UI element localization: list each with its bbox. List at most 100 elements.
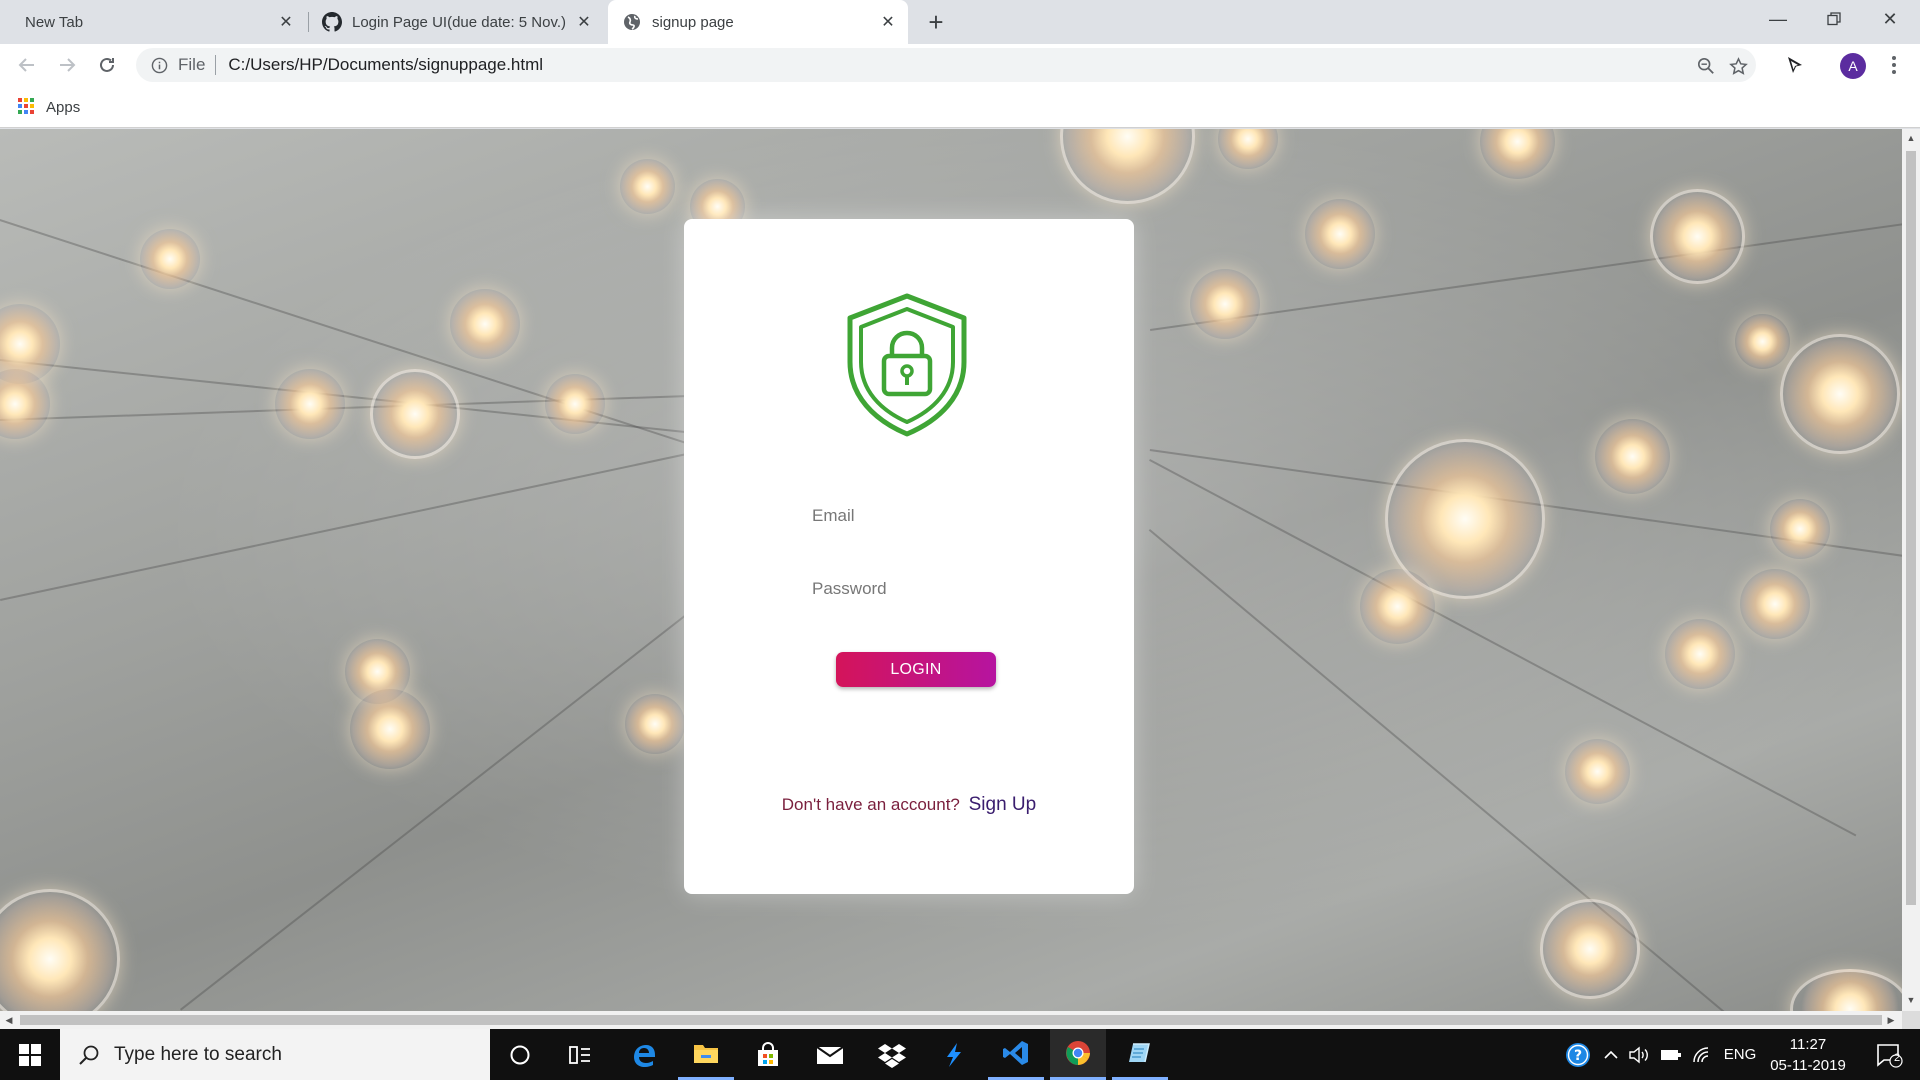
github-icon <box>322 12 342 32</box>
battery-icon[interactable] <box>1658 1029 1684 1080</box>
help-icon[interactable]: ? <box>1560 1029 1596 1080</box>
background-bulb <box>1540 899 1640 999</box>
address-bar[interactable]: File C:/Users/HP/Documents/signuppage.ht… <box>136 48 1756 82</box>
scrollbar-corner <box>1902 1011 1920 1029</box>
background-bulb <box>1780 334 1900 454</box>
background-bulb <box>1735 314 1790 369</box>
forward-icon[interactable] <box>52 50 82 80</box>
chevron-up-icon[interactable] <box>1600 1029 1622 1080</box>
background-bulb <box>370 369 460 459</box>
background-bulb <box>1770 499 1830 559</box>
background-bulb <box>1665 619 1735 689</box>
close-window-icon[interactable]: ✕ <box>1862 0 1918 38</box>
background-bulb <box>1595 419 1670 494</box>
background-bulb <box>450 289 520 359</box>
background-bulb <box>545 374 605 434</box>
scroll-down-arrow-icon[interactable]: ▼ <box>1906 995 1916 1005</box>
globe-icon <box>622 12 642 32</box>
extension-cursor-icon[interactable] <box>1782 52 1808 78</box>
shield-lock-icon <box>847 293 967 437</box>
search-placeholder: Type here to search <box>114 1043 282 1065</box>
profile-avatar[interactable]: A <box>1840 53 1866 79</box>
horizontal-scrollbar[interactable]: ◀ ▶ <box>0 1011 1902 1029</box>
tab-title: New Tab <box>25 13 84 31</box>
signup-prompt-line: Don't have an account? Sign Up <box>684 794 1134 816</box>
volume-icon[interactable] <box>1626 1029 1652 1080</box>
new-tab-button[interactable]: + <box>922 7 950 37</box>
windows-start-icon[interactable] <box>0 1029 60 1080</box>
bookmark-star-icon[interactable] <box>1726 54 1750 78</box>
back-icon[interactable] <box>12 50 42 80</box>
chrome-icon[interactable] <box>1050 1029 1106 1080</box>
windows-taskbar: Type here to search ? ENG 11:27 05-11-20… <box>0 1029 1920 1080</box>
password-input[interactable] <box>812 574 1012 604</box>
signup-question: Don't have an account? <box>781 795 960 814</box>
minimize-icon[interactable]: — <box>1750 0 1806 38</box>
email-input[interactable] <box>812 501 1012 531</box>
background-bulb <box>625 694 685 754</box>
language-indicator[interactable]: ENG <box>1720 1029 1760 1080</box>
zoom-icon[interactable] <box>1694 54 1718 78</box>
apps-grid-icon <box>18 98 36 116</box>
background-bulb <box>140 229 200 289</box>
tab-login-page[interactable]: Login Page UI(due date: 5 Nov.) · ✕ <box>308 0 604 44</box>
background-bulb <box>0 369 50 439</box>
notepad-icon[interactable] <box>1112 1029 1168 1080</box>
taskbar-search-box[interactable]: Type here to search <box>60 1029 490 1080</box>
cortana-icon[interactable] <box>492 1029 548 1080</box>
file-explorer-icon[interactable] <box>678 1029 734 1080</box>
bookmark-label: Apps <box>46 98 81 116</box>
tab-new-tab[interactable]: New Tab ✕ <box>0 0 306 44</box>
background-bulb <box>1218 129 1278 169</box>
bookmark-apps[interactable]: Apps <box>18 96 80 118</box>
url-text[interactable]: C:/Users/HP/Documents/signuppage.html <box>228 55 543 75</box>
tab-title: Login Page UI(due date: 5 Nov.) · <box>352 13 572 31</box>
vscode-icon[interactable] <box>988 1029 1044 1080</box>
background-bulb <box>0 889 120 1011</box>
scroll-left-arrow-icon[interactable]: ◀ <box>4 1015 14 1025</box>
background-bulb <box>350 689 430 769</box>
scroll-up-arrow-icon[interactable]: ▲ <box>1906 133 1916 143</box>
svg-text:?: ? <box>1574 1048 1582 1064</box>
scroll-right-arrow-icon[interactable]: ▶ <box>1886 1015 1896 1025</box>
scheme-label: File <box>178 55 206 74</box>
mail-icon[interactable] <box>802 1029 858 1080</box>
browser-toolbar: File C:/Users/HP/Documents/signuppage.ht… <box>0 44 1920 86</box>
clock-date: 05-11-2019 <box>1770 1057 1846 1074</box>
taskbar-clock[interactable]: 11:27 05-11-2019 <box>1760 1034 1856 1076</box>
search-icon <box>79 1045 99 1065</box>
background-bulb <box>1565 739 1630 804</box>
close-icon[interactable]: ✕ <box>276 12 296 32</box>
notification-count: 2 <box>1893 1052 1901 1064</box>
close-icon[interactable]: ✕ <box>878 12 898 32</box>
page-viewport: LOGIN Don't have an account? Sign Up <box>0 129 1902 1011</box>
chrome-menu-icon[interactable] <box>1882 52 1906 78</box>
edge-icon[interactable] <box>616 1029 672 1080</box>
divider <box>215 55 217 75</box>
scrollbar-thumb[interactable] <box>20 1015 1882 1025</box>
visual-studio-icon[interactable] <box>926 1029 982 1080</box>
info-icon[interactable] <box>150 56 168 74</box>
task-view-icon[interactable] <box>552 1029 608 1080</box>
background-bulb <box>1790 969 1902 1011</box>
background-bulb <box>1480 129 1555 179</box>
close-icon[interactable]: ✕ <box>574 12 594 32</box>
bookmarks-bar: Apps <box>0 86 1920 128</box>
restore-icon[interactable] <box>1806 0 1862 38</box>
login-button[interactable]: LOGIN <box>836 652 996 687</box>
store-icon[interactable] <box>740 1029 796 1080</box>
background-wire <box>0 449 705 601</box>
vertical-scrollbar[interactable]: ▲ ▼ <box>1902 129 1920 1011</box>
signup-link[interactable]: Sign Up <box>969 794 1037 815</box>
tab-signup-page[interactable]: signup page ✕ <box>608 0 908 44</box>
tab-strip: New Tab ✕ Login Page UI(due date: 5 Nov.… <box>0 0 1920 44</box>
scrollbar-thumb[interactable] <box>1906 151 1916 905</box>
clock-time: 11:27 <box>1789 1036 1827 1053</box>
wifi-icon[interactable] <box>1690 1029 1716 1080</box>
dropbox-icon[interactable] <box>864 1029 920 1080</box>
background-bulb <box>1190 269 1260 339</box>
action-center-icon[interactable]: 2 <box>1864 1029 1914 1080</box>
background-bulb <box>1360 569 1435 644</box>
reload-icon[interactable] <box>92 50 122 80</box>
background-bulb <box>1740 569 1810 639</box>
